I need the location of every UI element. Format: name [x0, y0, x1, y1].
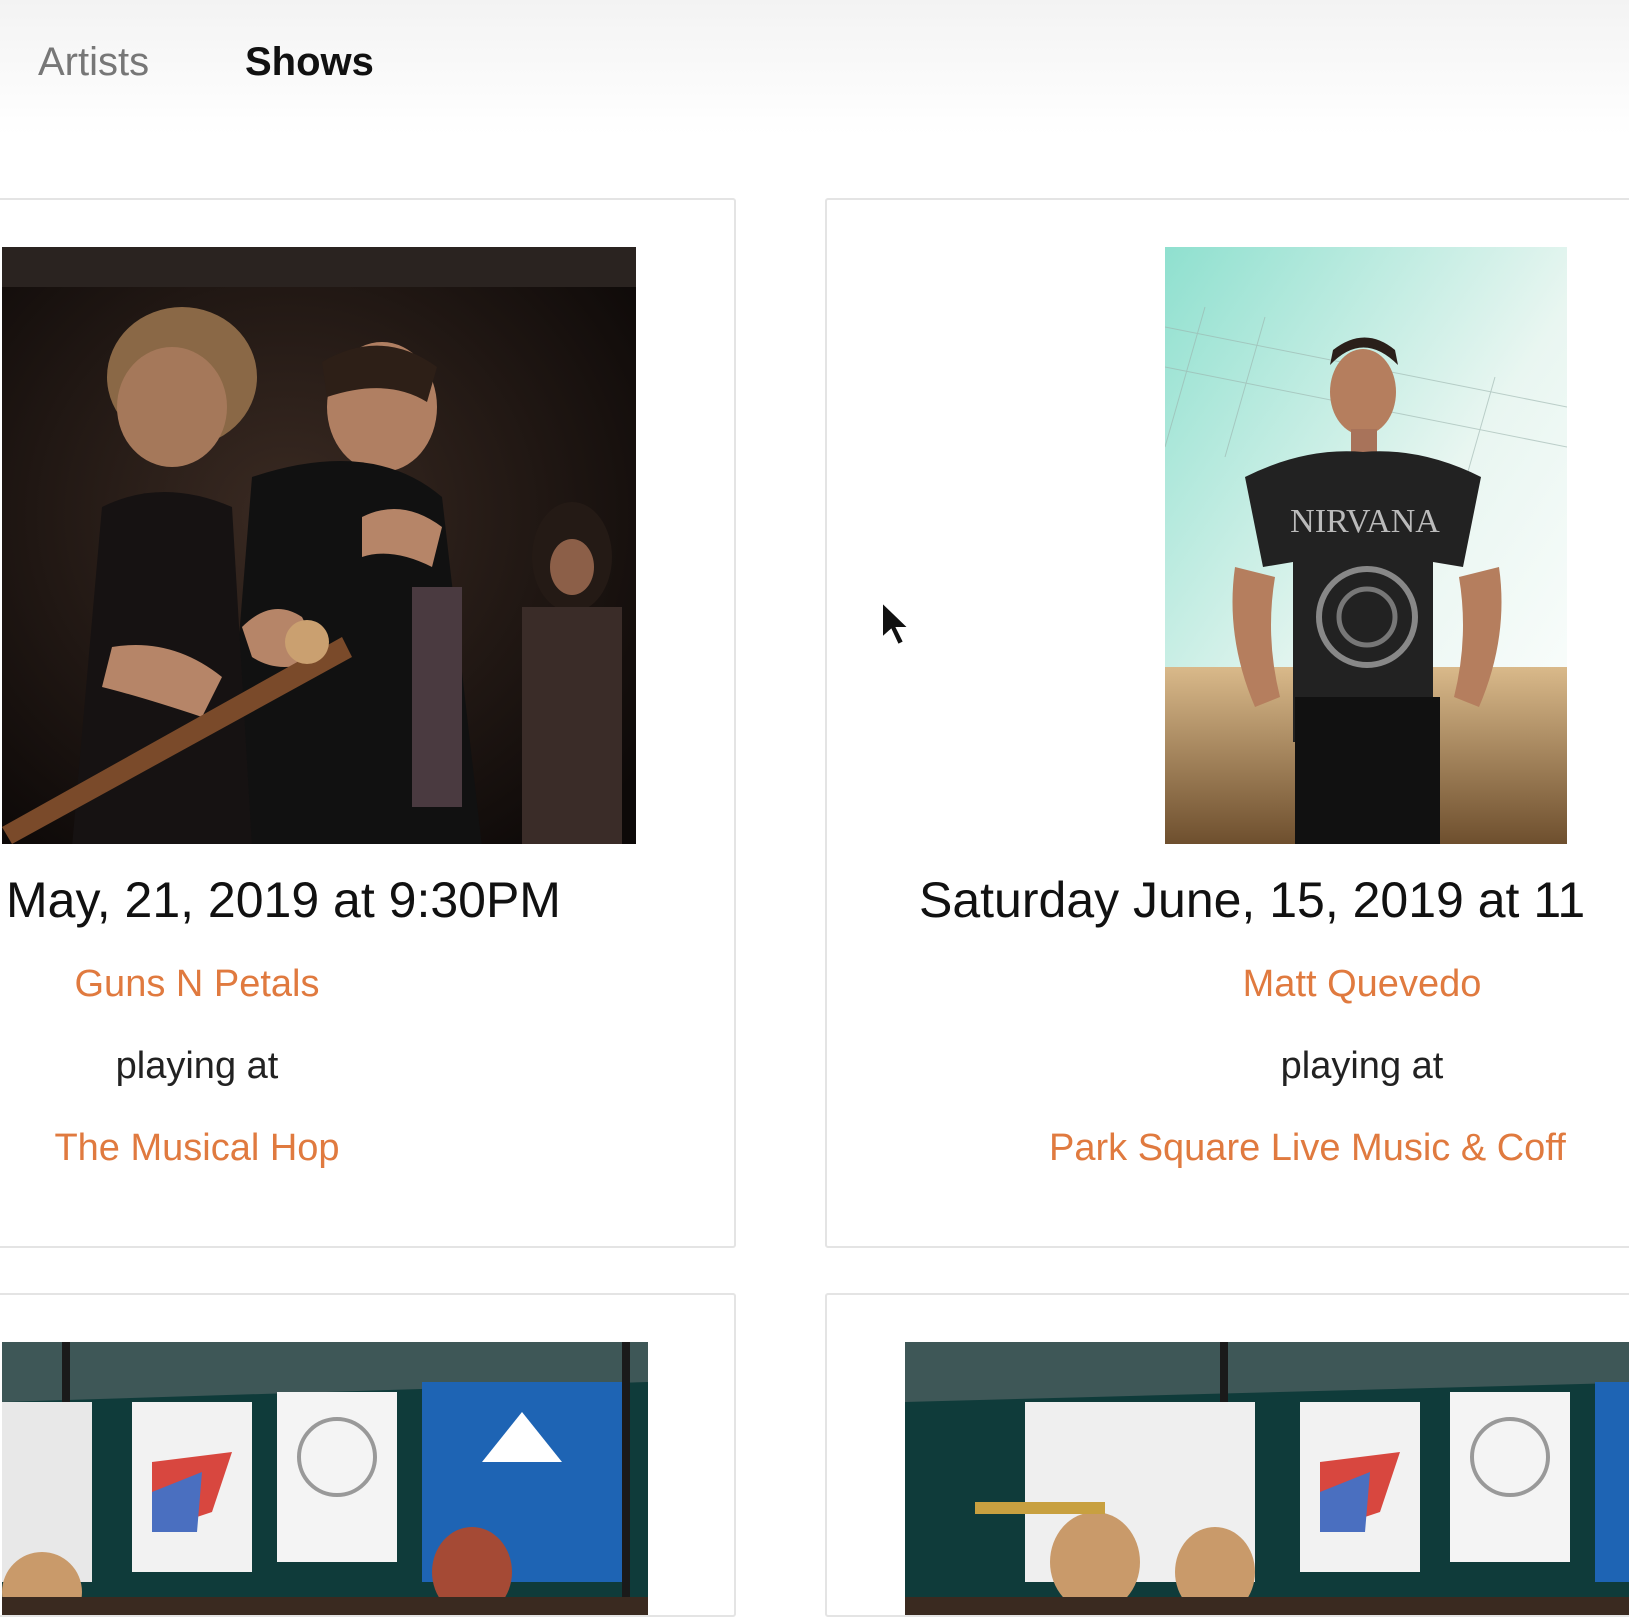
show-card[interactable] — [825, 1293, 1629, 1617]
show-date: Saturday June, 15, 2019 at 11 — [919, 872, 1586, 928]
artist-link[interactable]: Guns N Petals — [0, 961, 402, 1007]
show-photo-artist[interactable]: NIRVANA — [1165, 247, 1567, 844]
show-photo-band[interactable] — [2, 247, 636, 844]
venue-link[interactable]: The Musical Hop — [0, 1125, 402, 1171]
artist-link[interactable]: Matt Quevedo — [1077, 961, 1629, 1007]
show-date: May, 21, 2019 at 9:30PM — [6, 872, 561, 928]
show-card[interactable] — [0, 1293, 736, 1617]
nav-artists-link[interactable]: Artists — [38, 38, 149, 86]
shirt-print-text: NIRVANA — [1290, 503, 1440, 540]
mouse-cursor-icon — [881, 600, 912, 647]
nav-shows-link[interactable]: Shows — [245, 38, 374, 86]
show-photo-street-band[interactable] — [905, 1342, 1629, 1615]
playing-at-label: playing at — [1280, 1045, 1444, 1087]
top-nav-bar: Artists Shows — [0, 0, 1629, 135]
venue-link[interactable]: Park Square Live Music & Coff — [1049, 1125, 1566, 1171]
show-card[interactable]: May, 21, 2019 at 9:30PM Guns N Petals pl… — [0, 198, 736, 1248]
show-card[interactable]: NIRVANA Saturday June, 15, 2019 at 11 Ma… — [825, 198, 1629, 1248]
playing-at-label: playing at — [115, 1045, 279, 1087]
show-photo-street-band[interactable] — [2, 1342, 648, 1615]
